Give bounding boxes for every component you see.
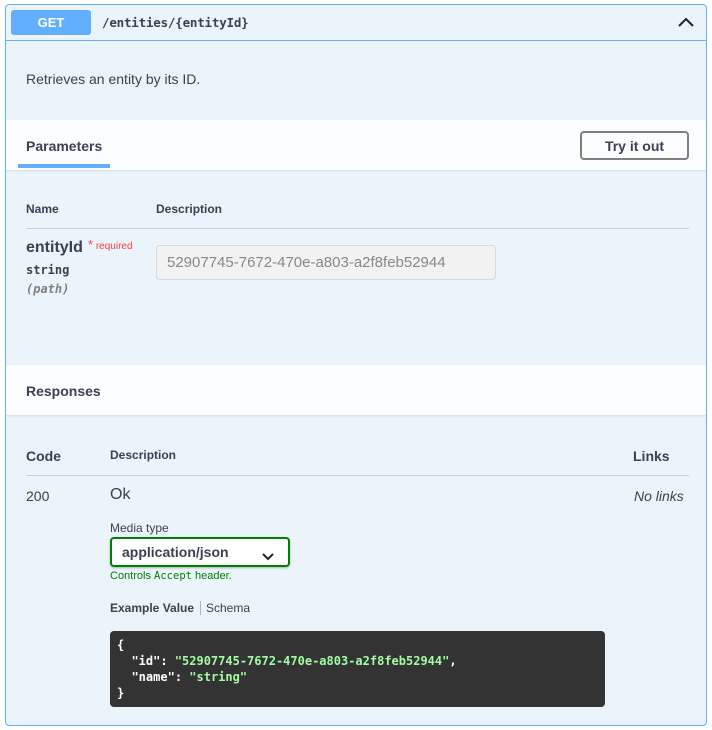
param-col-name: Name xyxy=(26,202,59,216)
json-name-value: "string" xyxy=(189,670,248,684)
response-links: No links xyxy=(634,488,684,504)
parameters-header: Parameters Try it out xyxy=(6,120,706,170)
media-type-select[interactable]: application/json xyxy=(110,537,290,567)
chevron-down-icon xyxy=(262,548,274,566)
param-required-badge: * required xyxy=(88,237,133,252)
response-header-divider xyxy=(26,475,689,476)
operation-description: Retrieves an entity by its ID. xyxy=(26,71,201,87)
json-close-brace: } xyxy=(117,686,125,700)
controls-note-suffix: header. xyxy=(191,570,232,582)
required-asterisk: * xyxy=(88,237,94,252)
parameters-tab-underline xyxy=(18,164,110,168)
param-location: (path) xyxy=(26,282,70,296)
http-method-badge: GET xyxy=(11,10,91,35)
media-type-value: application/json xyxy=(122,544,229,560)
entity-id-input[interactable] xyxy=(156,245,496,280)
example-value-tab[interactable]: Example Value xyxy=(110,601,194,615)
controls-note-code: Accept xyxy=(154,570,192,582)
param-header-divider xyxy=(26,228,689,229)
json-name-key: "name" xyxy=(131,670,175,684)
tab-divider xyxy=(200,601,201,615)
json-open-brace: { xyxy=(117,638,125,652)
operation-summary[interactable]: GET /entities/{entityId} xyxy=(6,5,706,41)
json-id-key: "id" xyxy=(131,654,161,668)
schema-tab[interactable]: Schema xyxy=(206,601,250,615)
responses-title: Responses xyxy=(26,383,101,399)
param-name: entityId xyxy=(26,239,83,256)
responses-header: Responses xyxy=(6,365,706,415)
param-type: string xyxy=(26,263,70,277)
endpoint-path: /entities/{entityId} xyxy=(102,15,249,30)
media-type-label: Media type xyxy=(110,521,169,535)
response-col-description: Description xyxy=(110,448,177,462)
controls-accept-note: Controls Accept header. xyxy=(110,570,232,582)
json-id-value: "52907745-7672-470e-a803-a2f8feb52944" xyxy=(174,654,450,668)
operation-block: GET /entities/{entityId} Retrieves an en… xyxy=(5,4,707,726)
response-code: 200 xyxy=(26,488,50,504)
param-col-description: Description xyxy=(156,202,223,216)
try-it-out-button[interactable]: Try it out xyxy=(580,131,689,160)
response-col-code: Code xyxy=(26,448,61,464)
response-col-links: Links xyxy=(633,448,670,464)
chevron-up-icon[interactable] xyxy=(674,11,698,35)
parameters-tab[interactable]: Parameters xyxy=(26,138,102,154)
example-code-block: { "id": "52907745-7672-470e-a803-a2f8feb… xyxy=(110,631,605,707)
controls-note-prefix: Controls xyxy=(110,570,155,582)
required-label: required xyxy=(95,241,133,252)
response-description: Ok xyxy=(110,486,131,503)
